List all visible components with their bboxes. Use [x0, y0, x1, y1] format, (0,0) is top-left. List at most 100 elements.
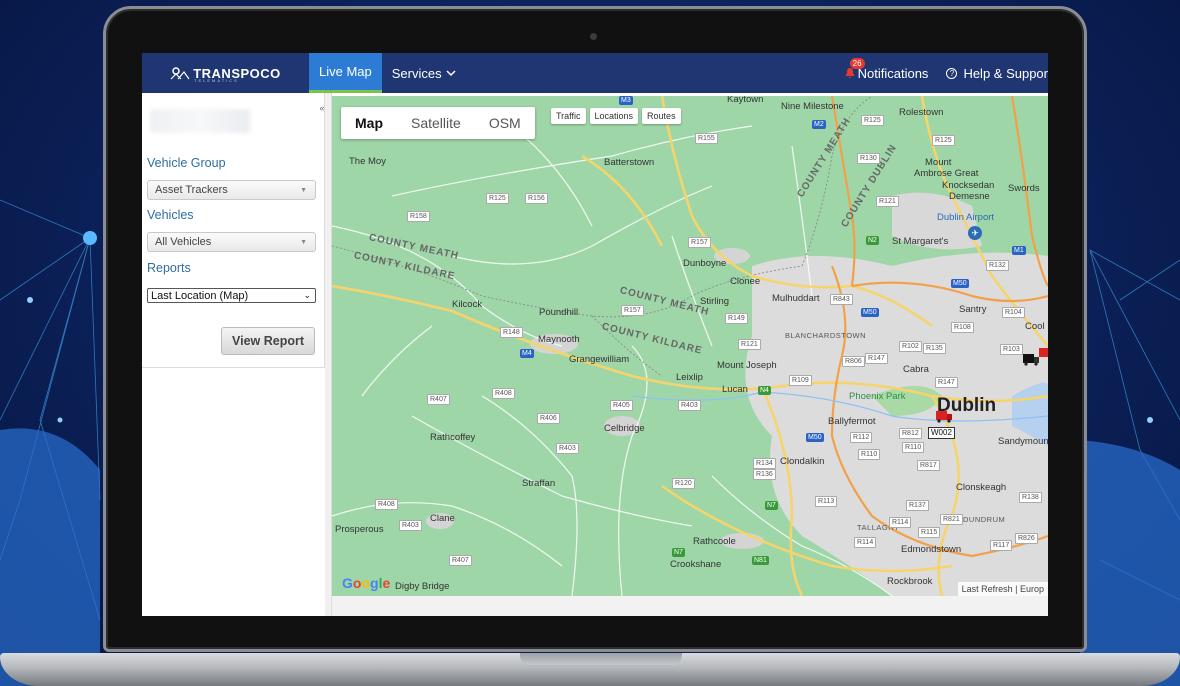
road-label: M50	[861, 308, 879, 317]
place-the-moy: The Moy	[349, 156, 386, 167]
road-label: R843	[830, 294, 853, 305]
road-label: R408	[375, 499, 398, 510]
notifications-label: Notifications	[857, 65, 929, 81]
place-santry: Santry	[959, 304, 987, 315]
place-grangewilliam: Grangewilliam	[569, 354, 630, 365]
road-label: R406	[537, 413, 560, 424]
vehicle-group-label: Vehicle Group	[147, 156, 226, 170]
place-mount: Mount	[925, 157, 952, 168]
notifications-button[interactable]: 26 Notifications	[844, 57, 929, 81]
road-label: R405	[610, 400, 633, 411]
last-refresh-label: Last Refresh	[961, 584, 1013, 594]
road-label: N7	[672, 548, 685, 557]
question-icon: ?	[946, 67, 958, 79]
chevron-down-icon	[446, 70, 456, 77]
nav-services[interactable]: Services	[382, 66, 466, 81]
vehicle-label[interactable]: W002	[928, 427, 955, 439]
map-type-osm[interactable]: OSM	[475, 107, 535, 139]
place-nine-milestone: Nine Milestone	[781, 101, 844, 112]
road-label: M50	[806, 433, 824, 442]
road-label: R147	[865, 353, 888, 364]
truck-marker-icon[interactable]	[935, 409, 953, 423]
place-rathcoffey: Rathcoffey	[430, 432, 476, 443]
view-report-button[interactable]: View Report	[221, 327, 315, 355]
map-type-switcher: Map Satellite OSM	[341, 107, 535, 139]
transpoco-logo[interactable]: TRANSPOCO TELEMATICS	[142, 53, 309, 93]
reports-select[interactable]: Last Location (Map) ⌄	[147, 288, 316, 303]
locations-toggle[interactable]: Locations	[589, 108, 639, 124]
road-label: R114	[854, 537, 877, 548]
road-label: M1	[1012, 246, 1026, 255]
place-rathcoole: Rathcoole	[693, 536, 736, 547]
road-label: R110	[858, 449, 881, 460]
road-label: R136	[753, 469, 776, 480]
google-letter: g	[370, 575, 379, 591]
place-sandymount: Sandymoun	[998, 436, 1048, 447]
place-rockbrook: Rockbrook	[887, 576, 933, 587]
google-letter: G	[342, 575, 353, 591]
place-mulhuddart: Mulhuddart	[772, 293, 820, 304]
road-label: R407	[449, 555, 472, 566]
help-support-label: Help & Suppor	[963, 65, 1048, 81]
caret-down-icon: ▼	[300, 186, 307, 194]
road-label: R137	[906, 500, 929, 511]
help-support-button[interactable]: ? Help & Suppor	[946, 66, 1048, 81]
place-demesne: Demesne	[949, 191, 990, 202]
place-edmondstown: Edmondstown	[901, 544, 962, 555]
collapse-sidebar-icon[interactable]: «	[314, 101, 330, 115]
layer-toggles: Traffic Locations Routes	[551, 108, 681, 124]
live-map[interactable]: Map Satellite OSM Traffic Locations Rout…	[332, 96, 1048, 596]
road-label: R132	[986, 260, 1009, 271]
road-label: R826	[1015, 533, 1038, 544]
place-kilcock: Kilcock	[452, 299, 483, 310]
place-poundhill: Poundhill	[539, 307, 579, 318]
camera	[590, 33, 597, 40]
routes-toggle[interactable]: Routes	[642, 108, 681, 124]
road-label: R125	[861, 115, 884, 126]
place-ballyfermot: Ballyfermot	[828, 416, 876, 427]
road-label: R117	[990, 540, 1013, 551]
road-label: R110	[902, 442, 925, 453]
nav-live-map[interactable]: Live Map	[309, 53, 382, 93]
map-type-satellite[interactable]: Satellite	[397, 107, 475, 139]
google-logo: Google	[342, 575, 390, 591]
road-label: R103	[1000, 344, 1023, 355]
logo-pin-icon	[170, 67, 190, 80]
place-dundrum: DUNDRUM	[963, 515, 1006, 524]
road-label: R130	[857, 153, 880, 164]
place-prosperous: Prosperous	[335, 524, 384, 535]
truck-marker-icon[interactable]	[1038, 346, 1048, 360]
road-label: R157	[688, 237, 711, 248]
road-label: N7	[765, 501, 778, 510]
road-label: R135	[923, 343, 946, 354]
top-navigation-bar: TRANSPOCO TELEMATICS Live Map Services 2…	[142, 53, 1048, 93]
place-swords: Swords	[1008, 183, 1040, 194]
vehicles-value: All Vehicles	[155, 236, 212, 248]
road-label: R408	[492, 388, 515, 399]
road-label: N2	[866, 236, 879, 245]
road-label: R114	[889, 517, 912, 528]
place-rolestown: Rolestown	[899, 107, 944, 118]
sidebar-collapse-rail[interactable]	[325, 93, 332, 616]
road-label: R125	[932, 135, 955, 146]
place-mount-joseph: Mount Joseph	[717, 360, 777, 371]
place-ambrose-great: Ambrose Great	[914, 168, 979, 179]
road-label: R121	[876, 196, 899, 207]
road-label: R138	[1019, 492, 1042, 503]
road-label: R115	[918, 527, 941, 538]
traffic-toggle[interactable]: Traffic	[551, 108, 586, 124]
map-type-map[interactable]: Map	[341, 107, 397, 139]
road-label: R821	[940, 514, 963, 525]
road-label: R158	[407, 211, 430, 222]
place-clonskeagh: Clonskeagh	[956, 482, 1007, 493]
road-label: N4	[758, 386, 771, 395]
nav-live-map-label: Live Map	[319, 64, 372, 79]
sidebar-empty-area	[142, 368, 325, 616]
road-label: R104	[1002, 307, 1025, 318]
chevron-down-icon: ⌄	[303, 290, 311, 300]
header-right: 26 Notifications ? Help & Suppor	[844, 57, 1048, 81]
bell-icon	[845, 68, 855, 78]
vehicles-select[interactable]: All Vehicles ▼	[147, 232, 316, 252]
vehicle-group-select[interactable]: Asset Trackers ▼	[147, 180, 316, 200]
road-label: R403	[556, 443, 579, 454]
